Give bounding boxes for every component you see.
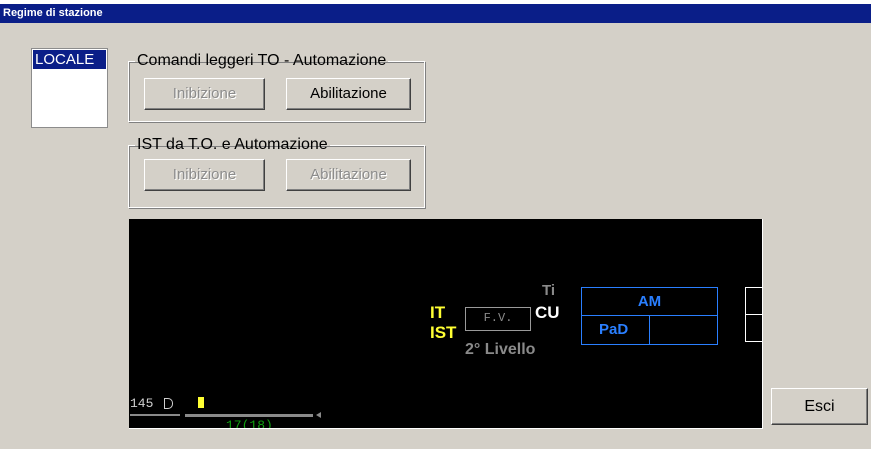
pad-divider bbox=[649, 315, 650, 344]
scroll-arrow-icon[interactable] bbox=[316, 412, 321, 418]
progress-track bbox=[185, 414, 313, 417]
counter-icon bbox=[164, 398, 173, 409]
bottom-partial-label: 17(18) bbox=[226, 418, 273, 429]
counter-underline bbox=[130, 414, 180, 416]
ti-label: Ti bbox=[542, 282, 556, 299]
hourglass-icon bbox=[197, 396, 205, 409]
ist-enable-button[interactable]: Abilitazione bbox=[286, 159, 411, 191]
am-label: AM bbox=[637, 293, 662, 310]
ist-inhibit-button[interactable]: Inibizione bbox=[144, 159, 265, 191]
group-light-commands-title: Comandi leggeri TO - Automazione bbox=[137, 52, 387, 69]
to-enable-button[interactable]: Abilitazione bbox=[286, 78, 411, 110]
pad-label: PaD bbox=[599, 321, 629, 338]
window-title: Regime di stazione bbox=[0, 4, 871, 23]
group-ist-title: IST da T.O. e Automazione bbox=[137, 136, 328, 153]
fv-box[interactable]: F.V. bbox=[465, 307, 531, 331]
it-label: IT bbox=[430, 303, 446, 322]
mode-item-locale[interactable]: LOCALE bbox=[33, 50, 106, 69]
am-box[interactable]: AM PaD bbox=[581, 287, 718, 345]
station-regime-window: Regime di stazione LOCALE Comandi legger… bbox=[0, 4, 871, 449]
right-box-bottom bbox=[745, 314, 762, 342]
ist-label: IST bbox=[430, 323, 457, 342]
fv-label: F.V. bbox=[483, 311, 513, 325]
level-label: 2° Livello bbox=[465, 341, 536, 358]
to-inhibit-button[interactable]: Inibizione bbox=[144, 78, 265, 110]
station-display: IT IST F.V. Ti CU 2° Livello AM PaD 145 … bbox=[129, 219, 763, 429]
cu-label: CU bbox=[535, 303, 560, 322]
right-box-top bbox=[745, 287, 762, 315]
counter-label: 145 bbox=[130, 396, 154, 411]
exit-button[interactable]: Esci bbox=[771, 388, 868, 425]
mode-list[interactable]: LOCALE bbox=[31, 48, 108, 128]
